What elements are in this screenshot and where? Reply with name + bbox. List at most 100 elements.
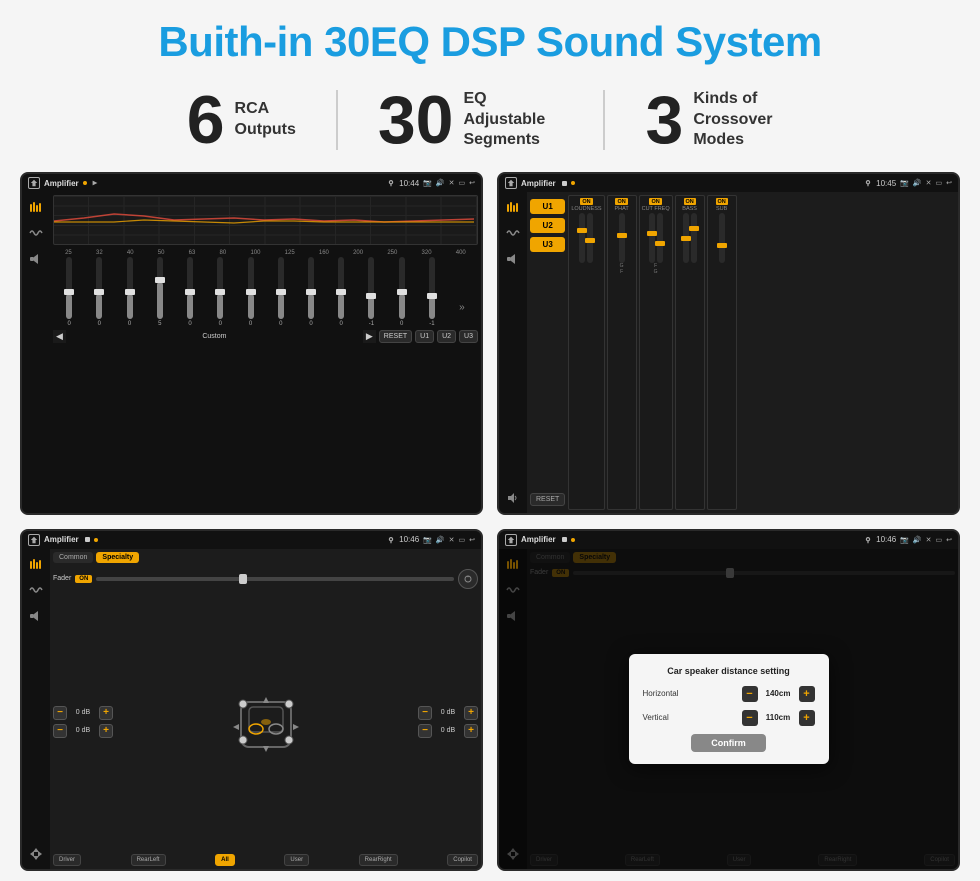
more-icon[interactable]: » — [459, 302, 465, 327]
u1-btn[interactable]: U1 — [530, 199, 565, 214]
bass-on: ON — [684, 198, 696, 205]
fader-slider[interactable] — [96, 577, 454, 581]
rearright-btn[interactable]: RearRight — [359, 854, 398, 866]
u2-btn[interactable]: U2 — [530, 218, 565, 233]
back-icon-eq[interactable]: ↩ — [469, 179, 475, 187]
sub-sliders — [719, 213, 725, 263]
status-bar-speaker: Amplifier 10:46 📷 🔊 ✕ ▭ ↩ — [22, 531, 481, 549]
status-square — [562, 181, 567, 186]
loudness-group: ON LOUDNESS — [568, 195, 604, 510]
vol-plus-3[interactable]: + — [464, 706, 478, 720]
nav-wave-c[interactable] — [503, 224, 523, 242]
x-icon-d: ✕ — [926, 536, 932, 544]
status-left-eq: Amplifier — [28, 177, 99, 189]
nav-spk-c[interactable] — [503, 250, 523, 268]
eq-slider-4: 5 — [157, 257, 163, 327]
rect-icon-eq: ▭ — [459, 179, 466, 187]
reset-btn-crossover[interactable]: RESET — [530, 493, 565, 506]
eq-next-btn[interactable]: ▶ — [363, 330, 376, 343]
eq-reset-btn[interactable]: RESET — [379, 330, 412, 343]
vol-icon-c: 🔊 — [913, 179, 922, 187]
vol-plus-1[interactable]: + — [99, 706, 113, 720]
cutfreq-g: G — [654, 269, 658, 275]
rearleft-btn[interactable]: RearLeft — [131, 854, 166, 866]
side-nav-eq — [22, 192, 50, 513]
back-icon-s[interactable]: ↩ — [469, 536, 475, 544]
phat-label: PHAT — [614, 206, 628, 212]
time-crossover: 10:45 — [876, 179, 896, 188]
location-icon-crossover — [864, 179, 872, 187]
x-icon-c: ✕ — [926, 179, 932, 187]
confirm-button[interactable]: Confirm — [691, 734, 766, 752]
cam-icon-c: 📷 — [900, 179, 909, 187]
cutfreq-label: CUT FREQ — [642, 206, 670, 212]
screen-speaker: Amplifier 10:46 📷 🔊 ✕ ▭ ↩ — [20, 529, 483, 872]
phat-on: ON — [615, 198, 627, 205]
stat-number-eq: 30 — [378, 86, 454, 154]
vol-minus-3[interactable]: − — [418, 706, 432, 720]
home-icon-crossover[interactable] — [505, 177, 517, 189]
nav-vol-c[interactable] — [503, 489, 523, 507]
tab-common[interactable]: Common — [53, 552, 93, 563]
back-icon-d[interactable]: ↩ — [946, 536, 952, 544]
vol-plus-4[interactable]: + — [464, 724, 478, 738]
vol-plus-2[interactable]: + — [99, 724, 113, 738]
side-nav-speaker — [22, 549, 50, 870]
location-icon-speaker — [387, 536, 395, 544]
horizontal-value: 140cm — [761, 689, 796, 698]
home-icon-speaker[interactable] — [28, 534, 40, 546]
vol-minus-1[interactable]: − — [53, 706, 67, 720]
vol-icon-eq: 🔊 — [436, 179, 445, 187]
user-btn[interactable]: User — [284, 854, 309, 866]
horizontal-plus-btn[interactable]: + — [799, 686, 815, 702]
rect-icon-d: ▭ — [936, 536, 943, 544]
all-btn[interactable]: All — [215, 854, 235, 866]
nav-eq-active[interactable] — [26, 198, 46, 216]
vertical-label: Vertical — [643, 713, 693, 722]
screen-title-crossover: Amplifier — [521, 179, 556, 188]
eq-graph — [53, 195, 478, 245]
home-icon-eq[interactable] — [28, 177, 40, 189]
bottom-btns-speaker: Driver RearLeft All User RearRight Copil… — [53, 854, 478, 866]
eq-u1-btn[interactable]: U1 — [415, 330, 434, 343]
vertical-plus-btn[interactable]: + — [799, 710, 815, 726]
fader-handle[interactable] — [239, 574, 247, 584]
settings-dial[interactable] — [458, 569, 478, 589]
copilot-btn[interactable]: Copilot — [447, 854, 478, 866]
eq-u2-btn[interactable]: U2 — [437, 330, 456, 343]
play-icon-eq — [91, 179, 99, 187]
nav-speaker[interactable] — [26, 250, 46, 268]
eq-curve-svg — [54, 196, 477, 244]
loudness-sliders — [579, 213, 593, 263]
u3-btn[interactable]: U3 — [530, 237, 565, 252]
vol-minus-4[interactable]: − — [418, 724, 432, 738]
main-title: Buith-in 30EQ DSP Sound System — [158, 18, 821, 66]
nav-wave-s[interactable] — [26, 581, 46, 599]
nav-wave[interactable] — [26, 224, 46, 242]
tab-specialty[interactable]: Specialty — [96, 552, 139, 563]
vol-minus-2[interactable]: − — [53, 724, 67, 738]
home-icon-dialog[interactable] — [505, 534, 517, 546]
nav-eq-c[interactable] — [503, 198, 523, 216]
back-icon-c[interactable]: ↩ — [946, 179, 952, 187]
horizontal-minus-btn[interactable]: − — [742, 686, 758, 702]
speaker-diagram-area: − 0 dB + − 0 dB + — [53, 595, 478, 850]
driver-btn[interactable]: Driver — [53, 854, 81, 866]
vertical-minus-btn[interactable]: − — [742, 710, 758, 726]
nav-eq-s[interactable] — [26, 555, 46, 573]
dial-icon — [463, 574, 473, 584]
nav-arrows-s[interactable] — [26, 845, 46, 863]
status-dot-dialog — [571, 538, 575, 542]
freq-labels: 25 32 40 50 63 80 100 125 160 200 250 32… — [53, 249, 478, 257]
screen-content-speaker: Common Specialty Fader ON — [22, 549, 481, 870]
eq-u3-btn[interactable]: U3 — [459, 330, 478, 343]
stat-crossover: 3 Kinds ofCrossover Modes — [605, 86, 833, 154]
stat-eq: 30 EQ AdjustableSegments — [338, 86, 604, 154]
status-right-dialog: 10:46 📷 🔊 ✕ ▭ ↩ — [864, 535, 952, 544]
eq-custom-label: Custom — [69, 333, 360, 340]
cam-icon-s: 📷 — [423, 536, 432, 544]
phat-f: F — [620, 269, 623, 275]
nav-spk-s[interactable] — [26, 607, 46, 625]
screen-title-eq: Amplifier — [44, 179, 79, 188]
eq-prev-btn[interactable]: ◀ — [53, 330, 66, 343]
